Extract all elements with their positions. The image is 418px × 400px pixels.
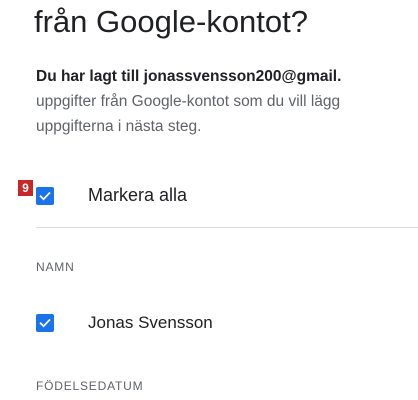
import-data-page: från Google-kontot? Du har lagt till jon… <box>0 0 418 400</box>
description-account-line: Du har lagt till jonassvensson200@gmail. <box>36 68 342 85</box>
check-icon <box>39 191 51 200</box>
page-title: från Google-kontot? <box>34 4 309 39</box>
name-checkbox[interactable] <box>36 314 54 332</box>
name-item-row[interactable]: Jonas Svensson <box>36 313 213 333</box>
description-line-2: uppgifter från Google-kontot som du vill… <box>36 93 341 110</box>
section-label-name: NAMN <box>36 260 75 274</box>
description-line-3: uppgifterna i nästa steg. <box>36 118 202 135</box>
divider <box>36 227 418 228</box>
section-label-birthdate: FÖDELSEDATUM <box>36 379 144 393</box>
select-all-checkbox[interactable] <box>36 186 54 205</box>
select-all-label: Markera alla <box>88 185 188 205</box>
check-icon <box>39 318 51 328</box>
annotation-badge: 9 <box>18 180 33 196</box>
description: Du har lagt till jonassvensson200@gmail.… <box>36 64 418 139</box>
name-item-label: Jonas Svensson <box>88 313 213 332</box>
select-all-row[interactable]: Markera alla <box>36 185 187 206</box>
